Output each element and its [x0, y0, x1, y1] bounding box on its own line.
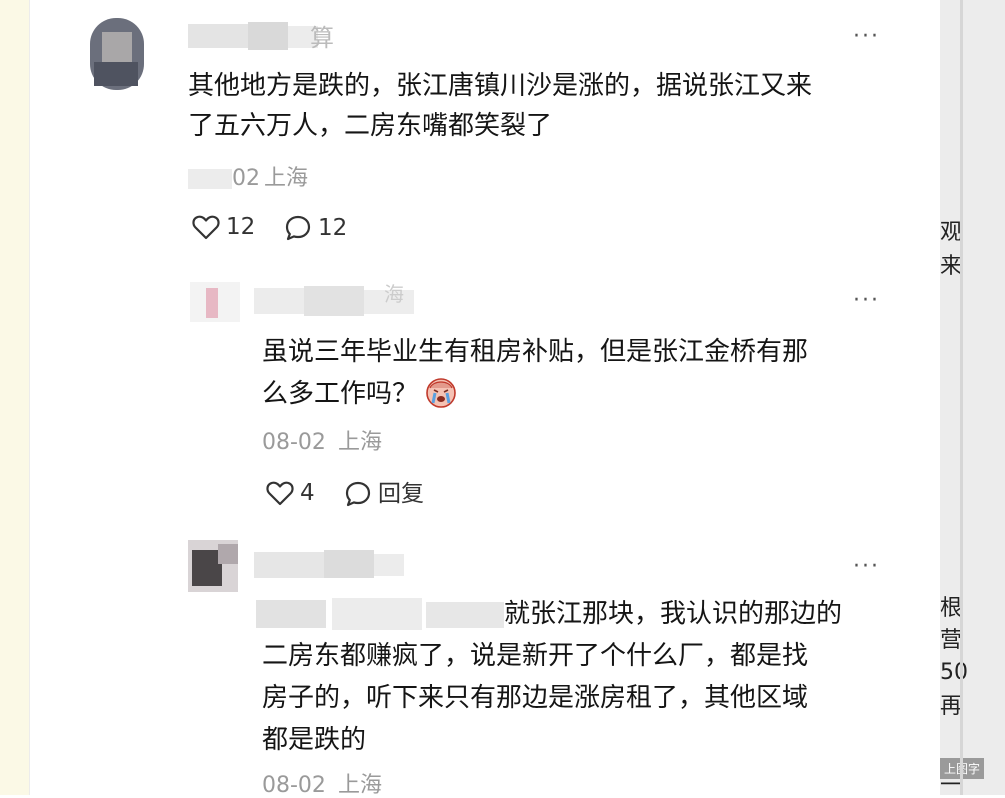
text-blurred — [256, 596, 504, 632]
avatar[interactable] — [188, 540, 238, 592]
comment-text-line: 房子的，听下来只有那边是涨房租了，其他区域 — [262, 683, 809, 713]
reply-button[interactable]: 回复 — [344, 480, 424, 508]
like-count: 4 — [300, 479, 315, 506]
comment-location: 上海 — [264, 166, 309, 191]
comment-text-line: 虽说三年毕业生有租房补贴，但是张江金桥有那 — [262, 337, 809, 367]
side-fragment: 一 — [940, 773, 963, 796]
comment-text-line: 了五六万人，二房东嘴都笑裂了 — [188, 111, 553, 141]
more-options-button[interactable]: ··· — [853, 290, 880, 312]
username-blurred[interactable] — [188, 20, 318, 52]
like-count: 12 — [226, 213, 256, 240]
scrollbar[interactable] — [960, 0, 963, 795]
comment-text-line: 其他地方是跌的，张江唐镇川沙是涨的，据说张江又来 — [188, 71, 813, 101]
like-button[interactable]: 4 — [266, 480, 315, 506]
side-fragment: 50 — [940, 660, 968, 685]
comment-text-line: 都是跌的 — [262, 725, 367, 755]
more-options-button[interactable]: ··· — [853, 26, 880, 48]
comment-text-line: 二房东都赚疯了，说是新开了个什么厂，都是找 — [262, 641, 809, 671]
comment-location: 上海 — [338, 773, 383, 798]
avatar[interactable] — [190, 282, 240, 322]
more-options-button[interactable]: ··· — [853, 556, 880, 578]
side-fragment: 再 — [940, 694, 963, 719]
avatar[interactable] — [72, 14, 162, 94]
comment-location: 上海 — [338, 430, 383, 455]
like-button[interactable]: 12 — [192, 214, 255, 240]
reply-count: 12 — [318, 214, 348, 241]
left-gutter — [0, 0, 30, 795]
comment-date: 08-02 — [262, 430, 326, 455]
comment-text-line-with-emoji: 么多工作吗？ — [262, 374, 458, 414]
comment-bubble-icon — [285, 215, 311, 241]
username-tail: 海 — [384, 282, 404, 306]
comment-bubble-icon — [345, 481, 371, 507]
left-divider — [29, 0, 30, 795]
reply-label: 回复 — [378, 480, 424, 507]
side-fragment: 来 — [940, 254, 963, 279]
comment-text-line: 么多工作吗？ — [262, 379, 419, 409]
heart-icon — [266, 481, 294, 506]
comment-date: 02 — [232, 166, 260, 191]
crying-face-icon — [426, 378, 456, 408]
heart-icon — [192, 215, 220, 240]
side-fragment: 观 — [940, 220, 963, 245]
comment-text-line: 就张江那块，我认识的那边的 — [504, 599, 843, 629]
date-blurred — [188, 167, 232, 191]
side-panel[interactable]: 观 来 根 营 50 再 上图字 一 — [940, 0, 1005, 795]
side-fragment: 营 — [940, 628, 963, 653]
username-blurred[interactable] — [254, 548, 404, 580]
reply-button[interactable]: 12 — [284, 214, 347, 242]
username-tail: 算 — [310, 24, 334, 52]
side-fragment: 根 — [940, 596, 963, 621]
comment-date: 08-02 — [262, 773, 326, 798]
